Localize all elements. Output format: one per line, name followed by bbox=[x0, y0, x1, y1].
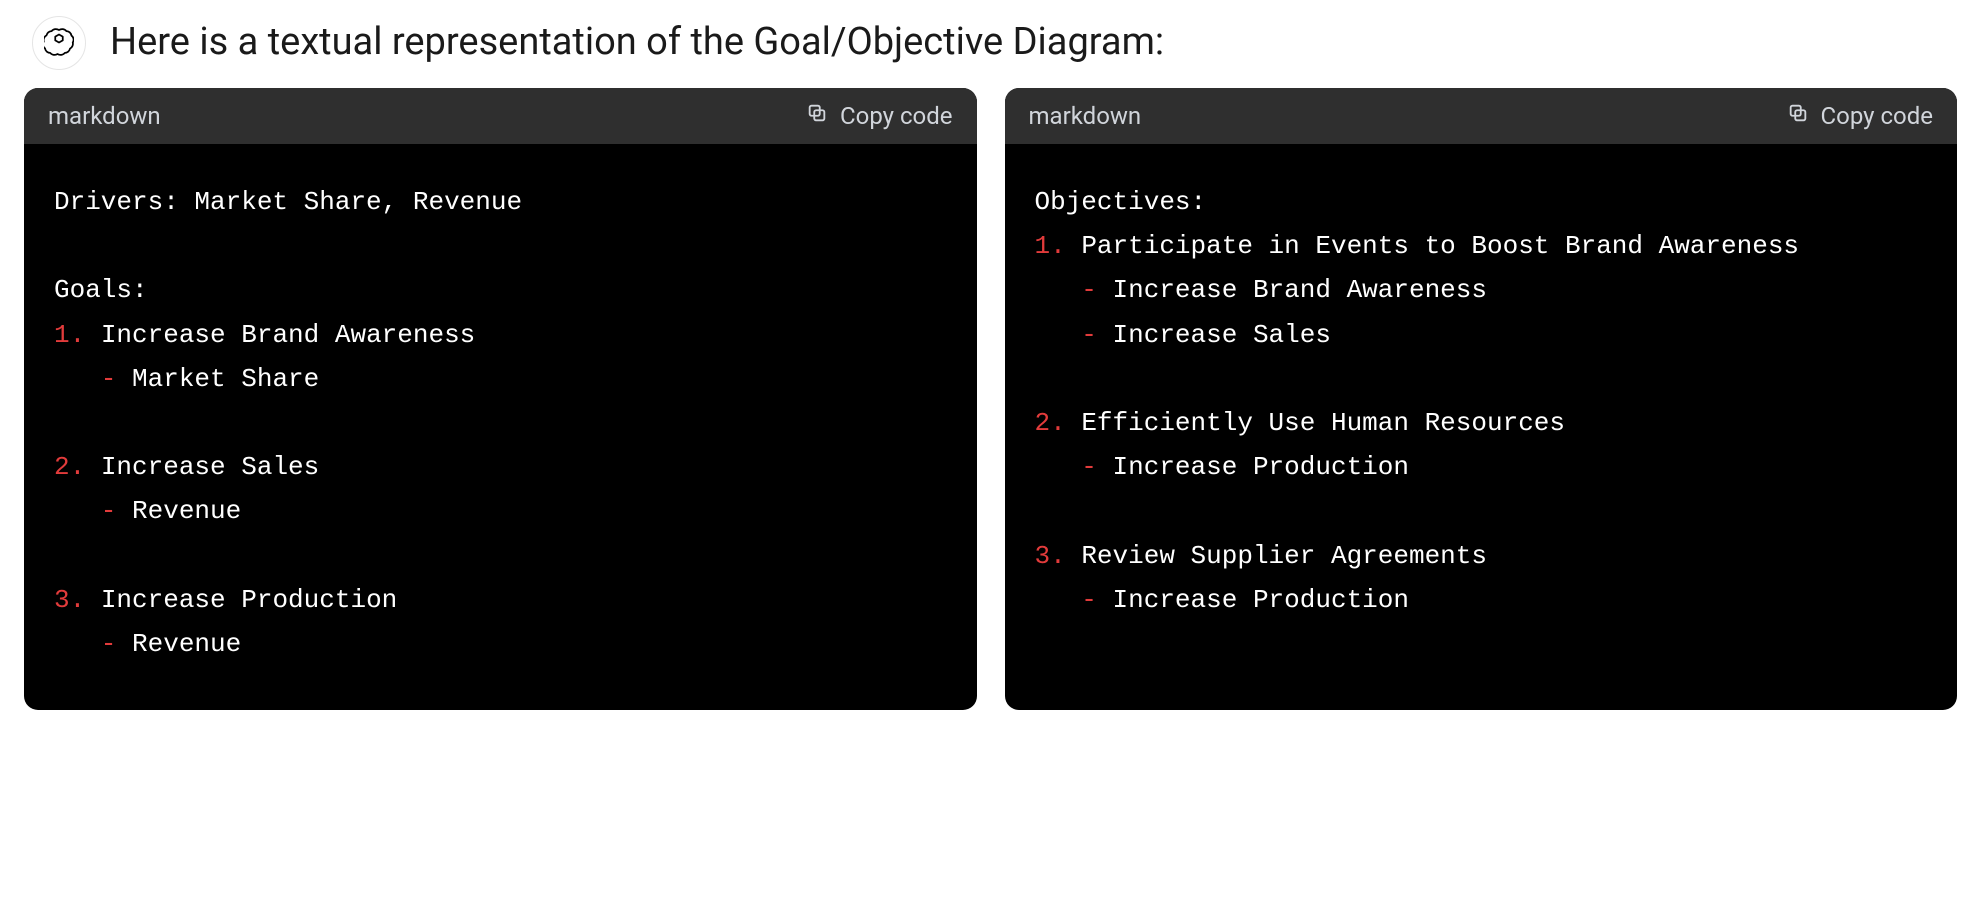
code-block-body: Objectives: 1. Participate in Events to B… bbox=[1005, 144, 1958, 666]
code-line: - Increase Production bbox=[1035, 578, 1928, 622]
code-line-text bbox=[54, 231, 70, 261]
list-number-marker: 2. bbox=[54, 452, 85, 482]
code-line-text: Increase Brand Awareness bbox=[1097, 275, 1487, 305]
copy-code-button[interactable]: Copy code bbox=[806, 102, 952, 130]
code-line: - Increase Brand Awareness bbox=[1035, 268, 1928, 312]
code-line-text: Review Supplier Agreements bbox=[1066, 541, 1487, 571]
bullet-dash-marker: - bbox=[54, 629, 116, 659]
code-block-header: markdown Copy code bbox=[24, 88, 977, 144]
code-line bbox=[54, 401, 947, 445]
code-block-header: markdown Copy code bbox=[1005, 88, 1958, 144]
code-line-text: Increase Sales bbox=[1097, 320, 1331, 350]
code-line: Goals: bbox=[54, 268, 947, 312]
bullet-dash-marker: - bbox=[1035, 585, 1097, 615]
code-line bbox=[1035, 357, 1928, 401]
code-line-text bbox=[1035, 364, 1051, 394]
list-number-marker: 2. bbox=[1035, 408, 1066, 438]
code-line: 2. Increase Sales bbox=[54, 445, 947, 489]
code-blocks-row: markdown Copy code Drivers: Market Share, … bbox=[24, 88, 1957, 710]
code-line-text: Increase Production bbox=[1097, 585, 1409, 615]
list-number-marker: 1. bbox=[54, 320, 85, 350]
code-line: 3. Review Supplier Agreements bbox=[1035, 534, 1928, 578]
list-number-marker: 3. bbox=[1035, 541, 1066, 571]
intro-text: Here is a textual representation of the … bbox=[110, 19, 1164, 67]
code-line-text: Goals: bbox=[54, 275, 148, 305]
code-line bbox=[54, 224, 947, 268]
chat-response: Here is a textual representation of the … bbox=[0, 0, 1981, 922]
code-line: 3. Increase Production bbox=[54, 578, 947, 622]
copy-code-label: Copy code bbox=[1821, 102, 1933, 130]
code-language-label: markdown bbox=[48, 102, 161, 130]
copy-icon bbox=[1787, 102, 1809, 130]
code-line: - Market Share bbox=[54, 357, 947, 401]
bullet-dash-marker: - bbox=[1035, 452, 1097, 482]
code-line-text: Increase Brand Awareness bbox=[85, 320, 475, 350]
code-line-text bbox=[1035, 496, 1051, 526]
code-line-text bbox=[54, 541, 70, 571]
code-line bbox=[54, 534, 947, 578]
code-line bbox=[1035, 489, 1928, 533]
intro-row: Here is a textual representation of the … bbox=[24, 12, 1957, 88]
code-line-text: Increase Production bbox=[85, 585, 397, 615]
code-line: Objectives: bbox=[1035, 180, 1928, 224]
openai-logo-icon bbox=[44, 26, 74, 60]
code-line-text: Participate in Events to Boost Brand Awa… bbox=[1066, 231, 1799, 261]
code-line-text: Revenue bbox=[116, 496, 241, 526]
code-line-text bbox=[54, 408, 70, 438]
bullet-dash-marker: - bbox=[1035, 275, 1097, 305]
code-line: 1. Participate in Events to Boost Brand … bbox=[1035, 224, 1928, 268]
code-line-text: Revenue bbox=[116, 629, 241, 659]
list-number-marker: 1. bbox=[1035, 231, 1066, 261]
code-line-text: Increase Sales bbox=[85, 452, 319, 482]
code-line: - Increase Sales bbox=[1035, 313, 1928, 357]
code-language-label: markdown bbox=[1029, 102, 1142, 130]
code-line-text: Efficiently Use Human Resources bbox=[1066, 408, 1565, 438]
code-line-text: Drivers: Market Share, Revenue bbox=[54, 187, 522, 217]
code-line-text: Market Share bbox=[116, 364, 319, 394]
code-block: markdown Copy code Drivers: Market Share, … bbox=[24, 88, 977, 710]
copy-code-label: Copy code bbox=[840, 102, 952, 130]
copy-icon bbox=[806, 102, 828, 130]
code-line: Drivers: Market Share, Revenue bbox=[54, 180, 947, 224]
bullet-dash-marker: - bbox=[1035, 320, 1097, 350]
code-block: markdown Copy code Objectives: 1. Participa… bbox=[1005, 88, 1958, 710]
code-line: - Revenue bbox=[54, 622, 947, 666]
code-line: 1. Increase Brand Awareness bbox=[54, 313, 947, 357]
bullet-dash-marker: - bbox=[54, 496, 116, 526]
list-number-marker: 3. bbox=[54, 585, 85, 615]
code-line-text: Objectives: bbox=[1035, 187, 1207, 217]
copy-code-button[interactable]: Copy code bbox=[1787, 102, 1933, 130]
code-line: - Increase Production bbox=[1035, 445, 1928, 489]
code-line: 2. Efficiently Use Human Resources bbox=[1035, 401, 1928, 445]
code-line-text: Increase Production bbox=[1097, 452, 1409, 482]
code-block-body: Drivers: Market Share, Revenue Goals: 1. … bbox=[24, 144, 977, 710]
assistant-avatar bbox=[32, 16, 86, 70]
code-line: - Revenue bbox=[54, 489, 947, 533]
bullet-dash-marker: - bbox=[54, 364, 116, 394]
